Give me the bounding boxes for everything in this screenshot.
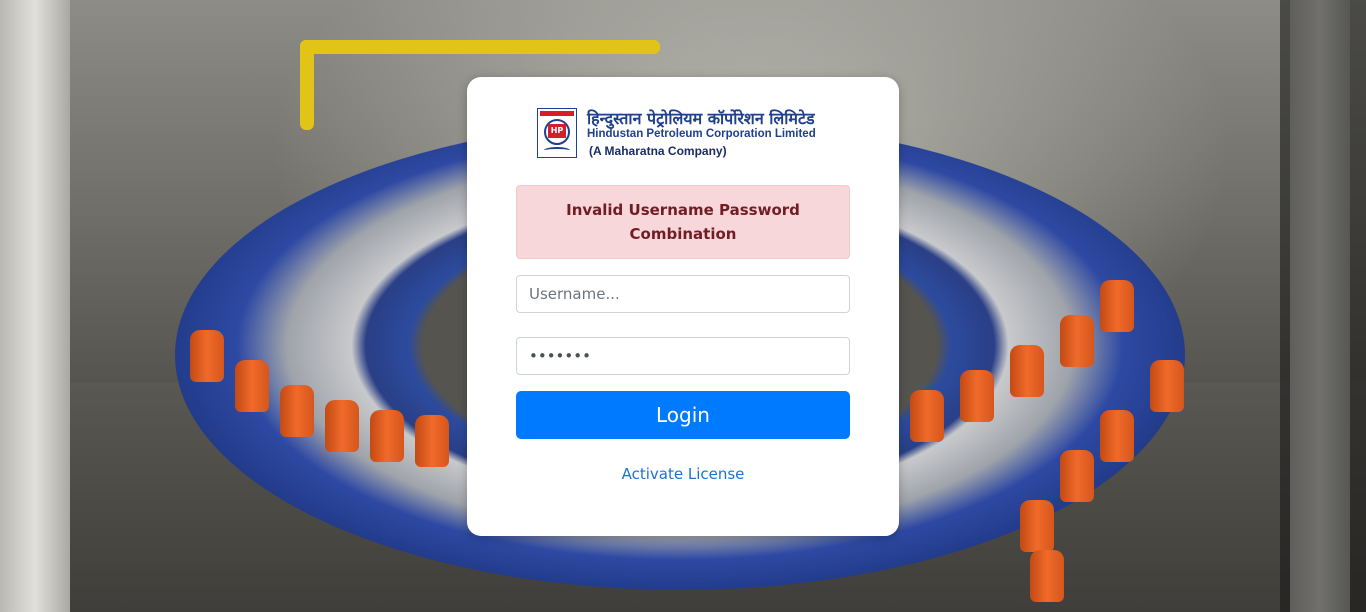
company-name-hindi: हिन्दुस्तान पेट्रोलियम कॉर्पोरेशन लिमिटे…: [587, 109, 815, 128]
company-logo: HP हिन्दुस्तान पेट्रोलियम कॉर्पोरेशन लिम…: [537, 107, 837, 161]
background-cylinder: [415, 415, 449, 467]
background-cylinder: [1010, 345, 1044, 397]
background-cylinder: [1100, 280, 1134, 332]
emblem-top-bar: [540, 111, 574, 116]
background-cylinder: [235, 360, 269, 412]
background-cylinder: [1030, 550, 1064, 602]
background-pipe: [300, 40, 314, 130]
error-message: Invalid Username Password Combination: [566, 201, 800, 243]
background-cylinder: [1020, 500, 1054, 552]
background-cylinder: [1060, 315, 1094, 367]
background-cylinder: [325, 400, 359, 452]
background-cylinder: [190, 330, 224, 382]
emblem-hp-text: HP: [548, 124, 566, 138]
background-cylinder: [1150, 360, 1184, 412]
error-alert: Invalid Username Password Combination: [516, 185, 850, 259]
background-pillar: [0, 0, 70, 612]
username-input[interactable]: [516, 275, 850, 313]
password-input[interactable]: [516, 337, 850, 375]
activate-license-link[interactable]: Activate License: [467, 465, 899, 483]
background-cylinder: [960, 370, 994, 422]
background-shade: [1280, 0, 1366, 612]
background-cylinder: [910, 390, 944, 442]
background-cylinder: [370, 410, 404, 462]
hp-emblem-icon: HP: [537, 108, 577, 158]
company-name-english: Hindustan Petroleum Corporation Limited: [587, 128, 816, 140]
emblem-base: [544, 147, 570, 154]
background-cylinder: [280, 385, 314, 437]
login-button[interactable]: Login: [516, 391, 850, 439]
company-tagline: (A Maharatna Company): [589, 144, 727, 158]
login-page: HP हिन्दुस्तान पेट्रोलियम कॉर्पोरेशन लिम…: [0, 0, 1366, 612]
background-cylinder: [1100, 410, 1134, 462]
background-cylinder: [1060, 450, 1094, 502]
login-card: HP हिन्दुस्तान पेट्रोलियम कॉर्पोरेशन लिम…: [467, 77, 899, 536]
background-pipe: [300, 40, 660, 54]
